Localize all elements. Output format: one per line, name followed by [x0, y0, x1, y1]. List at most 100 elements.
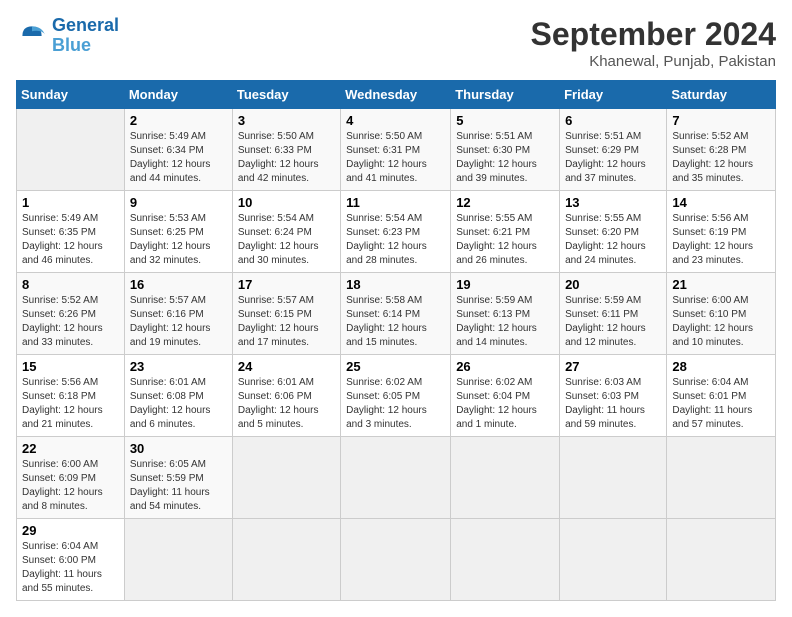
day-number: 20 [565, 277, 661, 292]
day-number: 12 [456, 195, 554, 210]
page-header: General Blue September 2024 Khanewal, Pu… [16, 16, 776, 70]
day-number: 9 [130, 195, 227, 210]
title-block: September 2024 Khanewal, Punjab, Pakista… [531, 16, 776, 70]
calendar-cell: 15 Sunrise: 5:56 AMSunset: 6:18 PMDaylig… [17, 355, 125, 437]
day-info: Sunrise: 6:02 AMSunset: 6:04 PMDaylight:… [456, 377, 537, 430]
day-number: 11 [346, 195, 445, 210]
day-number: 23 [130, 359, 227, 374]
day-info: Sunrise: 5:57 AMSunset: 6:15 PMDaylight:… [238, 295, 319, 348]
calendar-week-row: 1 Sunrise: 5:49 AMSunset: 6:35 PMDayligh… [17, 191, 776, 273]
calendar-cell [232, 519, 340, 601]
day-info: Sunrise: 5:54 AMSunset: 6:24 PMDaylight:… [238, 213, 319, 266]
day-number: 7 [672, 113, 770, 128]
day-info: Sunrise: 5:52 AMSunset: 6:26 PMDaylight:… [22, 295, 103, 348]
day-info: Sunrise: 6:02 AMSunset: 6:05 PMDaylight:… [346, 377, 427, 430]
day-number: 22 [22, 441, 119, 456]
calendar-cell: 25 Sunrise: 6:02 AMSunset: 6:05 PMDaylig… [341, 355, 451, 437]
calendar-table: SundayMondayTuesdayWednesdayThursdayFrid… [16, 80, 776, 601]
calendar-cell [667, 437, 776, 519]
day-info: Sunrise: 6:00 AMSunset: 6:10 PMDaylight:… [672, 295, 753, 348]
day-info: Sunrise: 6:05 AMSunset: 5:59 PMDaylight:… [130, 459, 210, 512]
day-info: Sunrise: 6:00 AMSunset: 6:09 PMDaylight:… [22, 459, 103, 512]
day-number: 1 [22, 195, 119, 210]
day-info: Sunrise: 5:58 AMSunset: 6:14 PMDaylight:… [346, 295, 427, 348]
day-number: 13 [565, 195, 661, 210]
weekday-header-row: SundayMondayTuesdayWednesdayThursdayFrid… [17, 81, 776, 109]
day-number: 16 [130, 277, 227, 292]
calendar-cell: 29 Sunrise: 6:04 AMSunset: 6:00 PMDaylig… [17, 519, 125, 601]
calendar-cell: 2 Sunrise: 5:49 AMSunset: 6:34 PMDayligh… [124, 109, 232, 191]
calendar-cell: 24 Sunrise: 6:01 AMSunset: 6:06 PMDaylig… [232, 355, 340, 437]
day-info: Sunrise: 5:51 AMSunset: 6:30 PMDaylight:… [456, 131, 537, 184]
calendar-cell: 3 Sunrise: 5:50 AMSunset: 6:33 PMDayligh… [232, 109, 340, 191]
day-info: Sunrise: 6:01 AMSunset: 6:08 PMDaylight:… [130, 377, 211, 430]
calendar-cell [560, 519, 667, 601]
calendar-cell [560, 437, 667, 519]
calendar-week-row: 15 Sunrise: 5:56 AMSunset: 6:18 PMDaylig… [17, 355, 776, 437]
calendar-cell [341, 437, 451, 519]
calendar-cell: 7 Sunrise: 5:52 AMSunset: 6:28 PMDayligh… [667, 109, 776, 191]
day-number: 3 [238, 113, 335, 128]
day-info: Sunrise: 5:57 AMSunset: 6:16 PMDaylight:… [130, 295, 211, 348]
calendar-cell: 4 Sunrise: 5:50 AMSunset: 6:31 PMDayligh… [341, 109, 451, 191]
weekday-header: Tuesday [232, 81, 340, 109]
day-info: Sunrise: 5:50 AMSunset: 6:33 PMDaylight:… [238, 131, 319, 184]
day-info: Sunrise: 6:03 AMSunset: 6:03 PMDaylight:… [565, 377, 645, 430]
calendar-cell: 10 Sunrise: 5:54 AMSunset: 6:24 PMDaylig… [232, 191, 340, 273]
day-number: 6 [565, 113, 661, 128]
calendar-week-row: 22 Sunrise: 6:00 AMSunset: 6:09 PMDaylig… [17, 437, 776, 519]
calendar-cell [451, 437, 560, 519]
day-info: Sunrise: 5:52 AMSunset: 6:28 PMDaylight:… [672, 131, 753, 184]
weekday-header: Friday [560, 81, 667, 109]
day-info: Sunrise: 5:55 AMSunset: 6:20 PMDaylight:… [565, 213, 646, 266]
day-info: Sunrise: 5:55 AMSunset: 6:21 PMDaylight:… [456, 213, 537, 266]
calendar-cell: 28 Sunrise: 6:04 AMSunset: 6:01 PMDaylig… [667, 355, 776, 437]
calendar-cell [232, 437, 340, 519]
day-info: Sunrise: 5:51 AMSunset: 6:29 PMDaylight:… [565, 131, 646, 184]
calendar-cell: 27 Sunrise: 6:03 AMSunset: 6:03 PMDaylig… [560, 355, 667, 437]
calendar-cell: 14 Sunrise: 5:56 AMSunset: 6:19 PMDaylig… [667, 191, 776, 273]
calendar-cell: 19 Sunrise: 5:59 AMSunset: 6:13 PMDaylig… [451, 273, 560, 355]
day-number: 19 [456, 277, 554, 292]
logo: General Blue [16, 16, 119, 56]
day-number: 27 [565, 359, 661, 374]
calendar-cell: 23 Sunrise: 6:01 AMSunset: 6:08 PMDaylig… [124, 355, 232, 437]
logo-icon [16, 20, 48, 52]
calendar-cell [17, 109, 125, 191]
weekday-header: Wednesday [341, 81, 451, 109]
calendar-cell: 21 Sunrise: 6:00 AMSunset: 6:10 PMDaylig… [667, 273, 776, 355]
day-number: 17 [238, 277, 335, 292]
day-info: Sunrise: 5:49 AMSunset: 6:35 PMDaylight:… [22, 213, 103, 266]
day-number: 29 [22, 523, 119, 538]
day-info: Sunrise: 5:56 AMSunset: 6:18 PMDaylight:… [22, 377, 103, 430]
calendar-cell: 18 Sunrise: 5:58 AMSunset: 6:14 PMDaylig… [341, 273, 451, 355]
calendar-week-row: 2 Sunrise: 5:49 AMSunset: 6:34 PMDayligh… [17, 109, 776, 191]
calendar-cell: 17 Sunrise: 5:57 AMSunset: 6:15 PMDaylig… [232, 273, 340, 355]
calendar-cell: 5 Sunrise: 5:51 AMSunset: 6:30 PMDayligh… [451, 109, 560, 191]
calendar-week-row: 8 Sunrise: 5:52 AMSunset: 6:26 PMDayligh… [17, 273, 776, 355]
day-number: 5 [456, 113, 554, 128]
calendar-cell: 9 Sunrise: 5:53 AMSunset: 6:25 PMDayligh… [124, 191, 232, 273]
day-number: 25 [346, 359, 445, 374]
day-number: 14 [672, 195, 770, 210]
calendar-cell: 13 Sunrise: 5:55 AMSunset: 6:20 PMDaylig… [560, 191, 667, 273]
calendar-cell: 16 Sunrise: 5:57 AMSunset: 6:16 PMDaylig… [124, 273, 232, 355]
day-number: 26 [456, 359, 554, 374]
weekday-header: Monday [124, 81, 232, 109]
weekday-header: Sunday [17, 81, 125, 109]
weekday-header: Saturday [667, 81, 776, 109]
calendar-cell: 22 Sunrise: 6:00 AMSunset: 6:09 PMDaylig… [17, 437, 125, 519]
day-info: Sunrise: 5:49 AMSunset: 6:34 PMDaylight:… [130, 131, 211, 184]
day-number: 24 [238, 359, 335, 374]
location: Khanewal, Punjab, Pakistan [531, 53, 776, 70]
day-info: Sunrise: 5:50 AMSunset: 6:31 PMDaylight:… [346, 131, 427, 184]
calendar-cell [124, 519, 232, 601]
day-info: Sunrise: 5:59 AMSunset: 6:11 PMDaylight:… [565, 295, 646, 348]
calendar-cell: 12 Sunrise: 5:55 AMSunset: 6:21 PMDaylig… [451, 191, 560, 273]
day-number: 2 [130, 113, 227, 128]
calendar-cell: 11 Sunrise: 5:54 AMSunset: 6:23 PMDaylig… [341, 191, 451, 273]
month-title: September 2024 [531, 16, 776, 53]
day-info: Sunrise: 5:54 AMSunset: 6:23 PMDaylight:… [346, 213, 427, 266]
day-number: 4 [346, 113, 445, 128]
day-number: 21 [672, 277, 770, 292]
